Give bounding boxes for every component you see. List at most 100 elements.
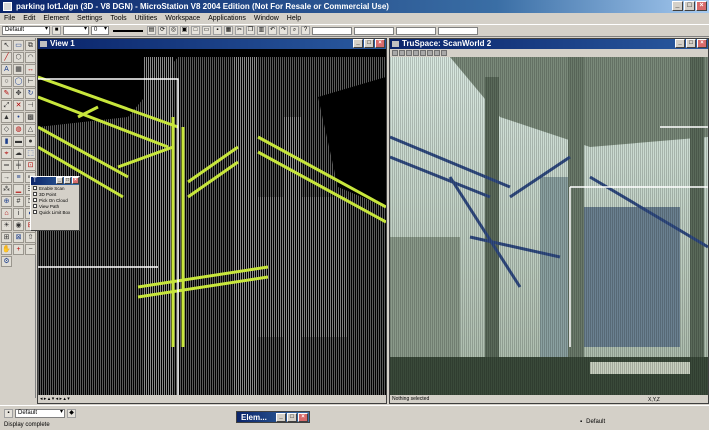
line-icon[interactable]: ╱	[1, 52, 12, 63]
cut-icon[interactable]: ✂	[235, 26, 244, 35]
scanworld-canvas[interactable]	[390, 57, 708, 395]
menu-tools[interactable]: Tools	[110, 15, 126, 22]
pan-icon[interactable]: ✋	[1, 244, 12, 255]
align-icon[interactable]: ≡	[13, 172, 24, 183]
point-cloud-canvas[interactable]	[38, 57, 386, 395]
limit-box-icon[interactable]: ⬚	[25, 148, 36, 159]
truspace-tool-7-icon[interactable]	[434, 50, 440, 56]
coordinate-field-1[interactable]	[312, 26, 352, 35]
rotate-icon[interactable]: ↻	[25, 88, 36, 99]
sphere-icon[interactable]: ●	[25, 136, 36, 147]
move-icon[interactable]: ✥	[13, 88, 24, 99]
close-button[interactable]: ×	[696, 1, 707, 11]
polygon-icon[interactable]: ⬡	[13, 52, 24, 63]
clip-icon[interactable]: ⊞	[1, 232, 12, 243]
cone-icon[interactable]: △	[25, 124, 36, 135]
array-icon[interactable]: ⁂	[1, 184, 12, 195]
element-window[interactable]: Elem... _ □ ×	[236, 411, 310, 423]
save-icon[interactable]: ▪	[213, 26, 222, 35]
checkbox[interactable]	[33, 204, 37, 208]
snap-icon[interactable]: ⊕	[1, 196, 12, 207]
undo-icon[interactable]: ↶	[268, 26, 277, 35]
menu-help[interactable]: Help	[287, 15, 301, 22]
zoom-in-icon[interactable]: +	[13, 244, 24, 255]
truspace-tool-4-icon[interactable]	[413, 50, 419, 56]
scale-icon[interactable]: ⤢	[1, 100, 12, 111]
menu-settings[interactable]: Settings	[77, 15, 102, 22]
app-icon[interactable]	[3, 2, 12, 11]
arc-icon[interactable]: ◠	[25, 52, 36, 63]
new-icon[interactable]: □	[191, 26, 200, 35]
snap-mode-icon[interactable]: ◆	[67, 409, 76, 418]
scan-options-maximize-button[interactable]: □	[64, 177, 71, 184]
checkbox[interactable]	[33, 198, 37, 202]
select-icon[interactable]: ↖	[1, 40, 12, 51]
circle-icon[interactable]: ○	[1, 76, 12, 87]
option-quick-limit-box[interactable]: Quick Limit Box	[31, 209, 79, 215]
view-icon[interactable]: ⊠	[13, 232, 24, 243]
fit-view-icon[interactable]: ◎	[169, 26, 178, 35]
truspace-tool-5-icon[interactable]	[420, 50, 426, 56]
fence-icon[interactable]: ▭	[13, 40, 24, 51]
truspace-close-button[interactable]: ×	[697, 39, 707, 48]
line-weight-select[interactable]: 0	[91, 26, 109, 35]
copy-element-icon[interactable]: ⧉	[25, 40, 36, 51]
dimension-icon[interactable]: ⊢	[25, 76, 36, 87]
copy-icon[interactable]: ❐	[246, 26, 255, 35]
element-window-minimize-button[interactable]: _	[276, 413, 286, 422]
menu-workspace[interactable]: Workspace	[165, 15, 200, 22]
minimize-button[interactable]: _	[672, 1, 683, 11]
camera-icon[interactable]: ◉	[13, 220, 24, 231]
walk-icon[interactable]: ⇧	[25, 232, 36, 243]
truspace-tool-2-icon[interactable]	[399, 50, 405, 56]
checkbox[interactable]	[33, 210, 37, 214]
truspace-maximize-button[interactable]: □	[686, 39, 696, 48]
modify-icon[interactable]: ✎	[1, 88, 12, 99]
fill-icon[interactable]: ▲	[1, 112, 12, 123]
coordinate-field-4[interactable]	[438, 26, 478, 35]
fit-icon[interactable]: ⊡	[25, 160, 36, 171]
truspace-window[interactable]: TruSpace: ScanWorld 2 _ □ × Nothing sele…	[389, 38, 709, 404]
element-window-maximize-button[interactable]: □	[287, 413, 297, 422]
coordinate-field-3[interactable]	[396, 26, 436, 35]
help-icon[interactable]: ?	[301, 26, 310, 35]
menu-file[interactable]: File	[4, 15, 15, 22]
menu-edit[interactable]: Edit	[23, 15, 35, 22]
window-area-icon[interactable]: ▣	[180, 26, 189, 35]
menu-utilities[interactable]: Utilities	[135, 15, 158, 22]
attributes-icon[interactable]: ▤	[147, 26, 156, 35]
solid-icon[interactable]: ▮	[1, 136, 12, 147]
menu-window[interactable]: Window	[254, 15, 279, 22]
redo-icon[interactable]: ↷	[279, 26, 288, 35]
view-1-close-button[interactable]: ×	[375, 39, 385, 48]
checkbox[interactable]	[33, 186, 37, 190]
grid-icon[interactable]: #	[13, 196, 24, 207]
scan-icon[interactable]: ⌖	[1, 148, 12, 159]
zoom-icon[interactable]: ⌕	[290, 26, 299, 35]
delete-icon[interactable]: ✕	[13, 100, 24, 111]
cell-icon[interactable]: ▦	[13, 64, 24, 75]
view-1-window[interactable]: View 1 _ □ × ◂ ▸ ▴ ▾ ◂ ▸ ▴ ▾	[37, 38, 387, 404]
lock-icon[interactable]: ▪	[4, 409, 13, 418]
paste-icon[interactable]: ▥	[257, 26, 266, 35]
tag-icon[interactable]: ⌂	[1, 208, 12, 219]
extend-icon[interactable]: →	[1, 172, 12, 183]
line-style-select[interactable]	[63, 26, 89, 35]
view-1-maximize-button[interactable]: □	[364, 39, 374, 48]
cloud-icon[interactable]: ☁	[13, 148, 24, 159]
view-rotate-icon[interactable]: ⟳	[158, 26, 167, 35]
measure-icon[interactable]: ↔	[25, 64, 36, 75]
scan-options-close-button[interactable]: ×	[72, 177, 79, 184]
pattern-icon[interactable]: ▩	[25, 112, 36, 123]
info-icon[interactable]: i	[13, 208, 24, 219]
truspace-tool-8-icon[interactable]	[441, 50, 447, 56]
zoom-out-icon[interactable]: −	[25, 244, 36, 255]
menu-element[interactable]: Element	[43, 15, 69, 22]
pipe-icon[interactable]: ═	[1, 160, 12, 171]
trim-icon[interactable]: ⊣	[25, 100, 36, 111]
scan-options-minimize-button[interactable]: _	[56, 177, 63, 184]
point-icon[interactable]: •	[13, 112, 24, 123]
color-icon[interactable]: ■	[52, 26, 61, 35]
print-icon[interactable]: ▦	[224, 26, 233, 35]
surface-icon[interactable]: ◇	[1, 124, 12, 135]
